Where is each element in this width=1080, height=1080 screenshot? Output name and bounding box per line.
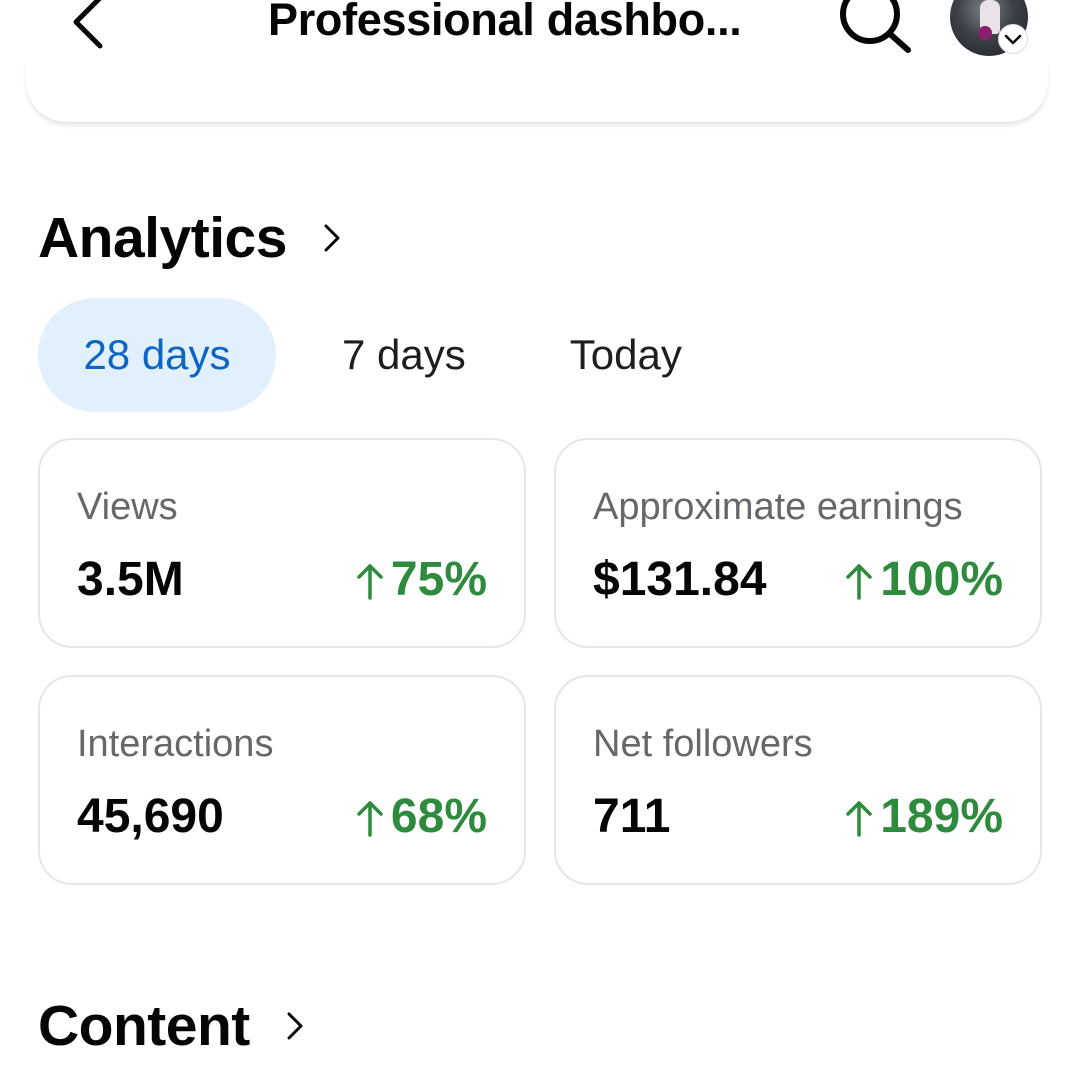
search-icon (840, 0, 911, 53)
professional-dashboard-page: Professional dashbo... Analytics 28 days… (0, 0, 1080, 1080)
metric-value: 711 (593, 790, 671, 843)
arrow-up-icon (846, 800, 872, 837)
back-button[interactable] (62, 0, 122, 52)
tab-28-days[interactable]: 28 days (38, 298, 276, 412)
chevron-left-icon (73, 0, 103, 49)
tab-today[interactable]: Today (532, 298, 720, 412)
metric-label: Views (77, 486, 178, 528)
metric-change-value: 189% (880, 790, 1003, 843)
chevron-down-badge (998, 24, 1028, 54)
chevron-down-icon (1004, 34, 1022, 45)
metric-change-value: 75% (390, 553, 487, 606)
search-button[interactable] (834, 0, 918, 56)
analytics-title: Analytics (38, 206, 287, 270)
metric-card-views[interactable]: Views 3.5M 75% (38, 438, 526, 648)
previous-card-bottom (26, 60, 1048, 122)
page-title: Professional dashbo... (268, 0, 742, 45)
profile-switcher[interactable] (950, 0, 1030, 58)
analytics-section-header[interactable]: Analytics (38, 205, 343, 271)
metric-label: Approximate earnings (593, 486, 963, 528)
content-title: Content (38, 994, 250, 1058)
period-tabs: 28 days 7 days Today (38, 298, 720, 412)
arrow-up-icon (846, 563, 872, 600)
metric-change: 189% (844, 789, 1003, 844)
metric-label: Interactions (77, 723, 274, 765)
metric-change: 100% (844, 552, 1003, 607)
metric-change-value: 68% (390, 790, 487, 843)
arrow-up-icon (357, 563, 383, 600)
chevron-right-icon (287, 1012, 303, 1040)
metric-value: $131.84 (593, 553, 767, 606)
chevron-right-icon (324, 224, 340, 252)
metric-value: 3.5M (77, 553, 184, 606)
metric-change-value: 100% (880, 553, 1003, 606)
metric-change: 75% (355, 552, 487, 607)
tab-7-days[interactable]: 7 days (304, 298, 504, 412)
metric-card-interactions[interactable]: Interactions 45,690 68% (38, 675, 526, 885)
metric-card-earnings[interactable]: Approximate earnings $131.84 100% (554, 438, 1042, 648)
content-section-header[interactable]: Content (38, 993, 306, 1059)
arrow-up-icon (357, 800, 383, 837)
metric-label: Net followers (593, 723, 813, 765)
metric-change: 68% (355, 789, 487, 844)
metric-card-net-followers[interactable]: Net followers 711 189% (554, 675, 1042, 885)
metric-value: 45,690 (77, 790, 224, 843)
